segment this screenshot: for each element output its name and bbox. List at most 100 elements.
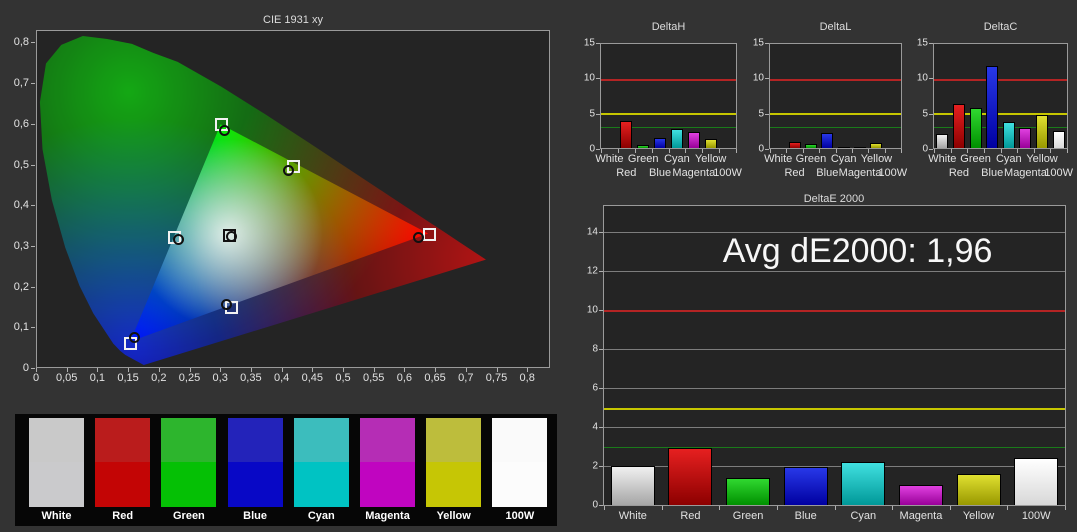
threshold-line-yellow: [601, 113, 736, 116]
cie-y-tick: [31, 123, 35, 125]
delta-x-label-white: White: [928, 153, 957, 165]
measured-marker-yellow: [283, 165, 295, 177]
swatch-target-white: [29, 462, 84, 507]
measured-marker-blue: [129, 332, 141, 344]
bar-green: [726, 477, 771, 505]
measured-marker-magenta: [220, 299, 232, 311]
calibration-report: { "chart_data": [ { "type": "scatter", "…: [0, 0, 1077, 532]
bar-green: [804, 143, 817, 148]
delta-x-label-100w: 100W: [713, 167, 742, 179]
delta-y-tick: [596, 78, 600, 80]
delta-y-tick: [765, 78, 769, 80]
deltae-y-tick: [599, 505, 603, 506]
bar-yellow: [1036, 114, 1049, 148]
swatch-label-magenta: Magenta: [365, 510, 410, 522]
cie-y-tick: [31, 368, 35, 369]
delta-x-label-red: Red: [948, 167, 970, 179]
bar-red: [788, 141, 801, 148]
cie-y-tick-label: 0,2: [13, 280, 29, 293]
cie-y-tick-label: 0,4: [13, 199, 29, 212]
color-swatch-panel: Actual Target WhiteRedGreenBlueCyanMagen…: [15, 414, 557, 526]
cie-y-tick-label: 0,5: [13, 158, 29, 171]
delta-y-tick-label: 15: [752, 37, 764, 49]
delta-x-label-green: Green: [960, 153, 991, 165]
cie-x-tick-label: 0,45: [301, 372, 324, 384]
deltae-x-tick: [892, 506, 894, 510]
delta-x-tick: [1067, 149, 1068, 153]
threshold-line-red: [934, 78, 1067, 81]
cie-y-tick: [31, 83, 35, 85]
cie-x-tick-label: 0,3: [212, 372, 228, 384]
swatch-column-magenta: Magenta: [360, 418, 415, 522]
bar-white: [936, 134, 949, 148]
cie-x-tick-label: 0: [32, 372, 40, 384]
delta-y-tick: [929, 113, 933, 115]
cie-markers-layer: [37, 31, 549, 367]
delta-y-tick: [765, 43, 769, 44]
swatch-label-cyan: Cyan: [307, 510, 335, 522]
deltae-gridline-4: [604, 427, 1065, 429]
delta-x-label-green: Green: [627, 153, 659, 165]
deltae-gridline-6: [604, 388, 1065, 390]
swatch-target-100w: [492, 462, 548, 507]
deltae-y-tick-label: 6: [592, 382, 598, 394]
threshold-line-red: [601, 78, 736, 81]
swatch-label-100w: 100W: [505, 510, 535, 522]
deltae-gridline-8: [604, 349, 1065, 351]
swatch-target-yellow: [426, 462, 482, 507]
cie-y-tick: [31, 286, 35, 288]
delta-chart-title-deltah: DeltaH: [651, 21, 686, 33]
cie-y-tick-label: 0: [22, 362, 29, 374]
swatch-column-white: White: [29, 418, 84, 522]
deltae-y-tick-label: 4: [592, 421, 598, 433]
cie-x-tick-label: 0,5: [335, 372, 351, 384]
deltae-chart-title: DeltaE 2000: [803, 193, 865, 205]
deltae-x-label-green: Green: [732, 510, 764, 522]
avg-de2000-label: Avg dE2000: 1,96: [722, 232, 993, 270]
swatch-column-blue: Blue: [227, 418, 283, 522]
swatch-actual-blue: [227, 418, 283, 462]
cie-y-tick: [31, 164, 35, 166]
delta-x-label-100w: 100W: [1044, 167, 1074, 179]
delta-x-label-100w: 100W: [878, 167, 908, 179]
delta-y-tick: [596, 113, 600, 115]
deltae-gridline-12: [604, 271, 1065, 273]
bar-red: [620, 120, 633, 148]
delta-x-label-white: White: [764, 153, 793, 165]
delta-y-tick: [929, 149, 933, 150]
cie-x-tick-label: 0,7: [458, 372, 474, 384]
deltae-x-tick: [1007, 506, 1009, 510]
cie-x-tick-label: 0,6: [396, 372, 413, 384]
deltae-y-tick: [599, 388, 603, 390]
target-marker-red: [423, 228, 437, 242]
delta-chart-title-deltac: DeltaC: [983, 21, 1018, 33]
threshold-line-yellow: [770, 113, 901, 116]
cie-y-tick: [31, 327, 35, 329]
cie-x-tick-label: 0,25: [178, 372, 201, 384]
swatch-label-red: Red: [112, 510, 134, 522]
deltae-x-tick: [661, 506, 663, 510]
bar-yellow: [956, 473, 1001, 505]
delta-y-tick-label: 5: [922, 108, 928, 120]
deltae-y-tick-label: 2: [592, 460, 598, 472]
swatch-column-cyan: Cyan: [293, 418, 349, 522]
delta-x-label-yellow: Yellow: [860, 153, 893, 165]
delta-y-tick: [765, 113, 769, 115]
cie-x-tick-label: 0,15: [117, 372, 139, 384]
swatch-column-100w: 100W: [492, 418, 548, 522]
delta-x-label-cyan: Cyan: [830, 153, 857, 165]
bar-100w: [1052, 131, 1065, 148]
deltae-y-tick-label: 12: [586, 265, 598, 277]
swatch-column-red: Red: [95, 418, 151, 522]
cie-x-tick-label: 0,55: [362, 372, 385, 384]
delta-y-tick: [929, 78, 933, 80]
deltae-y-tick-label: 8: [592, 343, 598, 355]
cie-y-tick-label: 0,1: [13, 321, 29, 334]
cie-y-tick: [31, 42, 35, 44]
delta-x-label-green: Green: [795, 153, 827, 165]
bar-blue: [986, 66, 999, 148]
bar-green: [969, 108, 982, 148]
measured-marker-cyan: [172, 234, 184, 246]
cie-chart-title: CIE 1931 xy: [263, 14, 323, 26]
delta-chart-plot-deltah: [600, 43, 737, 149]
